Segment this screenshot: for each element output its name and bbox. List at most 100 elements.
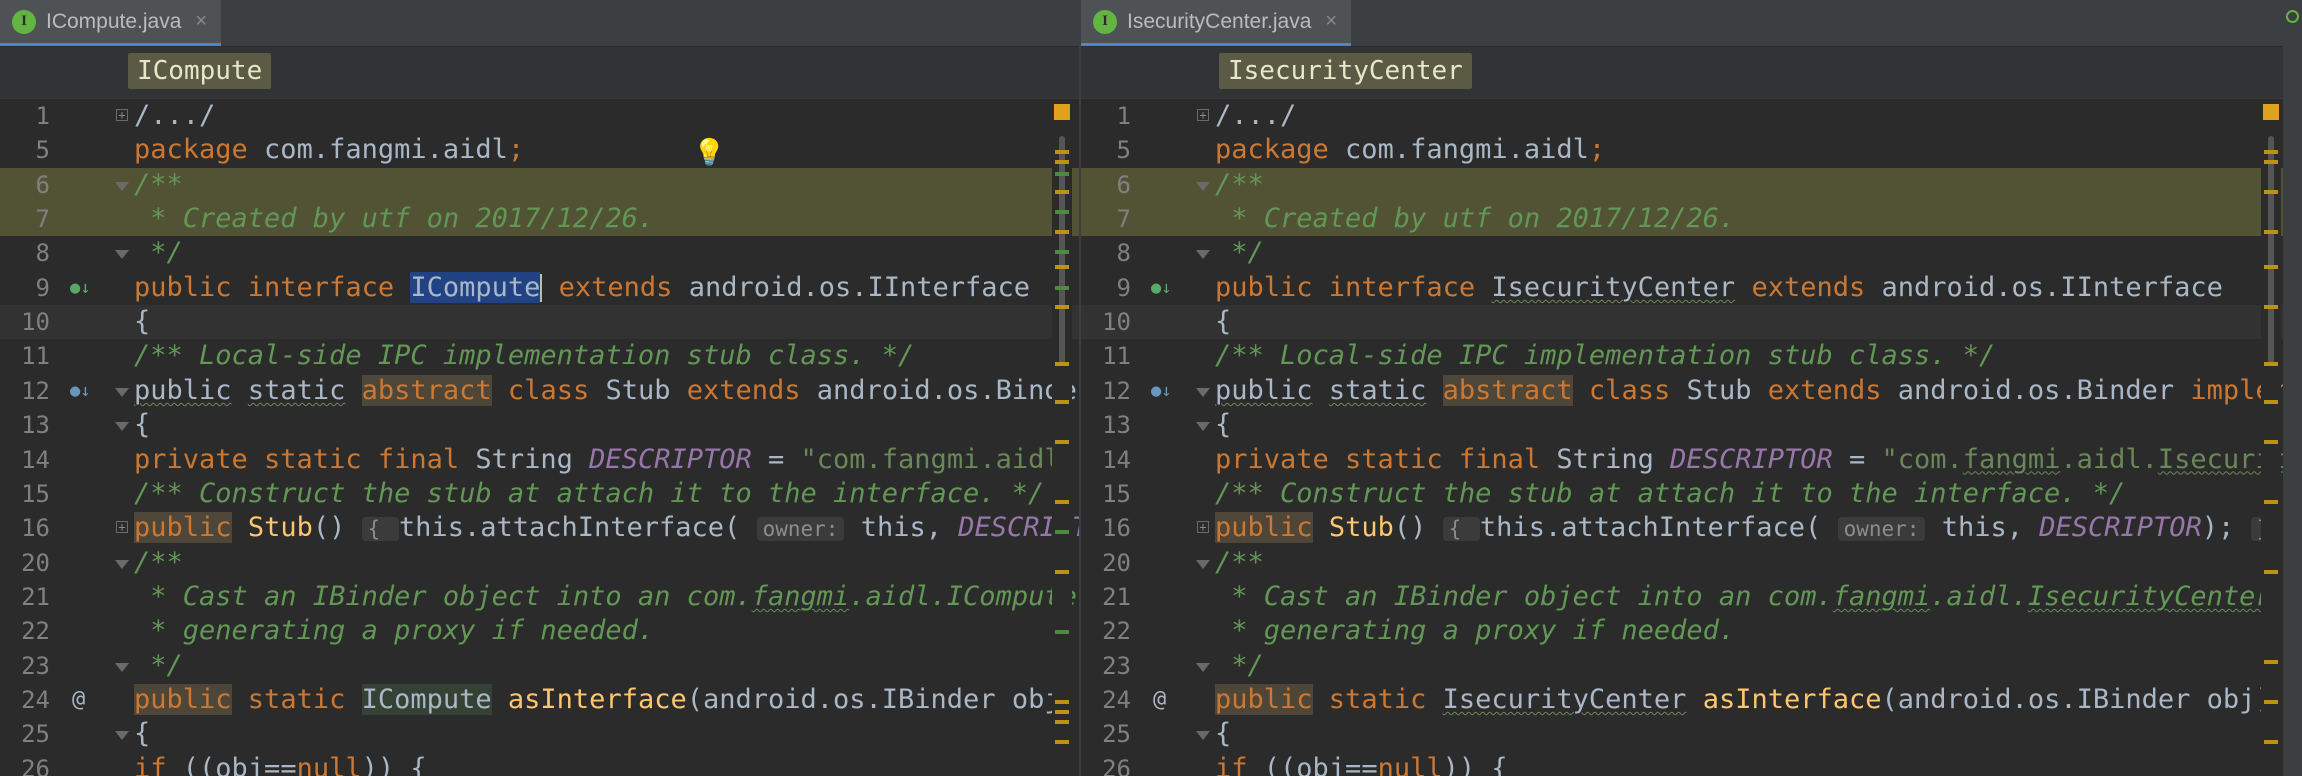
tab-icompute-java[interactable]: I ICompute.java ×: [0, 0, 221, 46]
code-text[interactable]: public Stub() { this.attachInterface( ow…: [1215, 511, 2275, 546]
code-line[interactable]: 15/** Construct the stub at attach it to…: [1081, 477, 2302, 511]
scrollbar[interactable]: [1052, 100, 1072, 776]
code-line[interactable]: 5 package com.fangmi.aidl;: [0, 133, 1079, 167]
line-number[interactable]: 15: [0, 477, 50, 511]
code-text[interactable]: /**: [134, 168, 183, 202]
line-number[interactable]: 20: [1081, 546, 1131, 580]
line-number[interactable]: 9: [1081, 271, 1131, 305]
line-number[interactable]: 10: [0, 305, 50, 339]
scrollbar[interactable]: [2261, 100, 2281, 776]
code-text[interactable]: if ((obj==null)) {: [1215, 752, 1508, 776]
code-line[interactable]: 14private static final String DESCRIPTOR…: [1081, 443, 2302, 477]
code-text[interactable]: * Created by utf on 2017/12/26.: [134, 202, 654, 236]
code-line[interactable]: 10 {: [0, 305, 1079, 339]
code-text[interactable]: public static abstract class Stub extend…: [134, 374, 1079, 408]
breadcrumb[interactable]: ICompute: [128, 53, 271, 89]
code-line[interactable]: 5package com.fangmi.aidl;: [1081, 133, 2302, 167]
line-number[interactable]: 22: [1081, 614, 1131, 648]
code-line[interactable]: 26if ((obj==null)) {: [0, 752, 1079, 776]
line-number[interactable]: 26: [1081, 752, 1131, 776]
code-text[interactable]: * Created by utf on 2017/12/26.: [1215, 202, 1735, 236]
close-icon[interactable]: ×: [1325, 10, 1337, 33]
fold-expand-icon[interactable]: +: [116, 521, 128, 533]
code-text[interactable]: {: [134, 305, 150, 339]
code-editor[interactable]: 1+/.../5 package com.fangmi.aidl; 6 /**7 * …: [0, 99, 1079, 776]
line-number[interactable]: 24: [0, 683, 50, 717]
code-text[interactable]: {: [1215, 305, 1231, 339]
code-text[interactable]: * generating a proxy if needed.: [1215, 614, 1735, 648]
tab-isecuritycenter-java[interactable]: I IsecurityCenter.java ×: [1081, 0, 1351, 46]
code-text[interactable]: /** Construct the stub at attach it to t…: [134, 477, 1044, 511]
fold-collapse-icon[interactable]: [115, 182, 129, 191]
line-number[interactable]: 8: [0, 236, 50, 270]
code-text[interactable]: public interface ICompute extends androi…: [134, 271, 1030, 305]
line-number[interactable]: 23: [0, 649, 50, 683]
line-number[interactable]: 6: [1081, 168, 1131, 202]
line-number[interactable]: 25: [0, 717, 50, 751]
code-line[interactable]: 20/**: [0, 546, 1079, 580]
line-number[interactable]: 6: [0, 168, 50, 202]
line-number[interactable]: 5: [1081, 133, 1131, 167]
line-number[interactable]: 1: [1081, 99, 1131, 133]
code-line[interactable]: 13{: [0, 408, 1079, 442]
line-number[interactable]: 14: [0, 443, 50, 477]
line-number[interactable]: 11: [1081, 339, 1131, 373]
code-text[interactable]: */: [134, 649, 183, 683]
tool-window-icon[interactable]: [2286, 10, 2299, 23]
code-line[interactable]: 1+/.../: [0, 99, 1079, 133]
code-line[interactable]: 16+public Stub() { this.attachInterface(…: [1081, 511, 2302, 545]
code-text[interactable]: {: [134, 717, 150, 751]
close-icon[interactable]: ×: [195, 10, 207, 33]
line-number[interactable]: 24: [1081, 683, 1131, 717]
code-line[interactable]: 15 /** Construct the stub at attach it to…: [0, 477, 1079, 511]
line-number[interactable]: 11: [0, 339, 50, 373]
code-line[interactable]: 24@public static ICompute asInterface(an…: [0, 683, 1079, 717]
line-number[interactable]: 7: [1081, 202, 1131, 236]
code-text[interactable]: private static final String DESCRIPTOR =…: [134, 443, 1079, 477]
code-text[interactable]: * Cast an IBinder object into an com.fan…: [1215, 580, 2302, 614]
code-line[interactable]: 22 * generating a proxy if needed.: [0, 614, 1079, 648]
code-line[interactable]: 12●↓public static abstract class Stub ex…: [0, 374, 1079, 408]
implemented-gutter-icon[interactable]: ●↓: [70, 277, 90, 299]
code-text[interactable]: */: [134, 236, 183, 270]
line-number[interactable]: 12: [1081, 374, 1131, 408]
code-text[interactable]: package com.fangmi.aidl;: [134, 133, 524, 167]
code-text[interactable]: /.../: [1215, 99, 1296, 133]
fold-collapse-icon[interactable]: [1196, 663, 1210, 672]
code-line[interactable]: 25 {: [0, 717, 1079, 751]
code-line[interactable]: 21 * Cast an IBinder object into an com.…: [1081, 580, 2302, 614]
line-number[interactable]: 23: [1081, 649, 1131, 683]
code-text[interactable]: public Stub() { this.attachInterface( ow…: [134, 511, 1079, 546]
implemented-gutter-icon[interactable]: ●↓: [1151, 277, 1171, 299]
line-number[interactable]: 21: [1081, 580, 1131, 614]
code-line[interactable]: 26 if ((obj==null)) {: [1081, 752, 2302, 776]
fold-collapse-icon[interactable]: [115, 663, 129, 672]
fold-collapse-icon[interactable]: [1196, 388, 1210, 397]
code-line[interactable]: 1 + /.../: [1081, 99, 2302, 133]
code-text[interactable]: /**: [1215, 168, 1264, 202]
line-number[interactable]: 5: [0, 133, 50, 167]
code-line[interactable]: 8 */: [1081, 236, 2302, 270]
code-line[interactable]: 20/**: [1081, 546, 2302, 580]
fold-collapse-icon[interactable]: [115, 731, 129, 740]
overridden-gutter-icon[interactable]: ●↓: [70, 380, 90, 402]
fold-collapse-icon[interactable]: [115, 250, 129, 259]
code-text[interactable]: * Cast an IBinder object into an com.fan…: [134, 580, 1077, 614]
code-line[interactable]: 24@public static IsecurityCenter asInter…: [1081, 683, 2302, 717]
code-text[interactable]: {: [1215, 408, 1231, 442]
fold-collapse-icon[interactable]: [115, 388, 129, 397]
code-text[interactable]: /** Construct the stub at attach it to t…: [1215, 477, 2125, 511]
code-line[interactable]: 7 * Created by utf on 2017/12/26.: [0, 202, 1079, 236]
code-line[interactable]: 8 */: [0, 236, 1079, 270]
scrollbar-thumb[interactable]: [2268, 136, 2274, 366]
fold-collapse-icon[interactable]: [115, 422, 129, 431]
fold-collapse-icon[interactable]: [1196, 422, 1210, 431]
fold-collapse-icon[interactable]: [1196, 182, 1210, 191]
fold-expand-icon[interactable]: +: [1197, 109, 1209, 121]
code-line[interactable]: 22 * generating a proxy if needed.: [1081, 614, 2302, 648]
code-line[interactable]: 14 private static final String DESCRIPTOR…: [0, 443, 1079, 477]
code-line[interactable]: 25{: [1081, 717, 2302, 751]
annotation-gutter-icon[interactable]: @: [1153, 689, 1166, 711]
line-number[interactable]: 16: [1081, 511, 1131, 545]
fold-collapse-icon[interactable]: [115, 560, 129, 569]
